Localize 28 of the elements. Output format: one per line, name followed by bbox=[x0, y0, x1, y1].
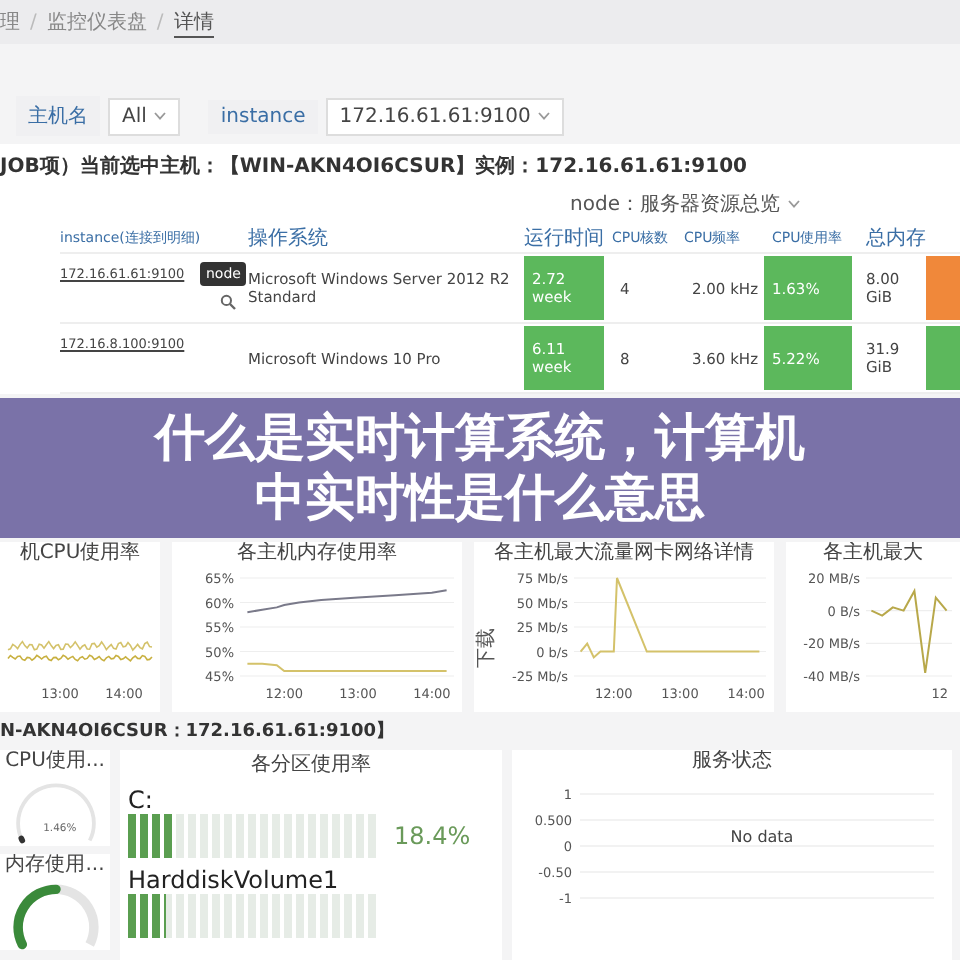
search-icon[interactable] bbox=[220, 294, 236, 310]
chevron-down-icon bbox=[788, 200, 800, 208]
partition-name: HarddiskVolume1 bbox=[128, 866, 341, 894]
breadcrumb-item[interactable]: 详情 bbox=[173, 7, 214, 37]
gauge bbox=[15, 783, 95, 844]
usage-reading: 18.4% bbox=[394, 822, 471, 850]
filter-select[interactable]: 172.16.61.61:9100 bbox=[325, 97, 565, 135]
breadcrumb-separator: / bbox=[156, 11, 164, 33]
banner-title: 什么是实时计算系统，计算机中实时性是什么意思 bbox=[151, 408, 807, 528]
chevron-down-icon bbox=[538, 112, 551, 120]
chevron-down-icon bbox=[154, 112, 167, 120]
breadcrumb-separator: / bbox=[30, 11, 37, 33]
filter-label: 主机名 bbox=[16, 96, 100, 136]
chart-line bbox=[870, 587, 948, 674]
host-heading: N-AKN4OI6CSUR：172.16.61.61:9100】 bbox=[0, 718, 397, 746]
gauge-title: 内存使用... bbox=[5, 854, 105, 878]
no-data-text: No data bbox=[730, 828, 794, 846]
gauge-title: CPU使用... bbox=[5, 750, 105, 774]
column-header: 总内存 bbox=[864, 225, 926, 251]
column-header: 操作系统 bbox=[246, 225, 330, 251]
dashboard-select[interactable]: node：服务器资源总览 bbox=[570, 190, 800, 218]
column-header: 运行时间 bbox=[524, 225, 604, 251]
gauge bbox=[12, 884, 98, 950]
partition-name: C: bbox=[128, 786, 155, 814]
panel-title: 服务状态 bbox=[690, 750, 774, 774]
filter-label: instance bbox=[208, 99, 318, 133]
filter-select[interactable]: All bbox=[108, 97, 181, 135]
axis-label: 下载 bbox=[476, 628, 498, 668]
